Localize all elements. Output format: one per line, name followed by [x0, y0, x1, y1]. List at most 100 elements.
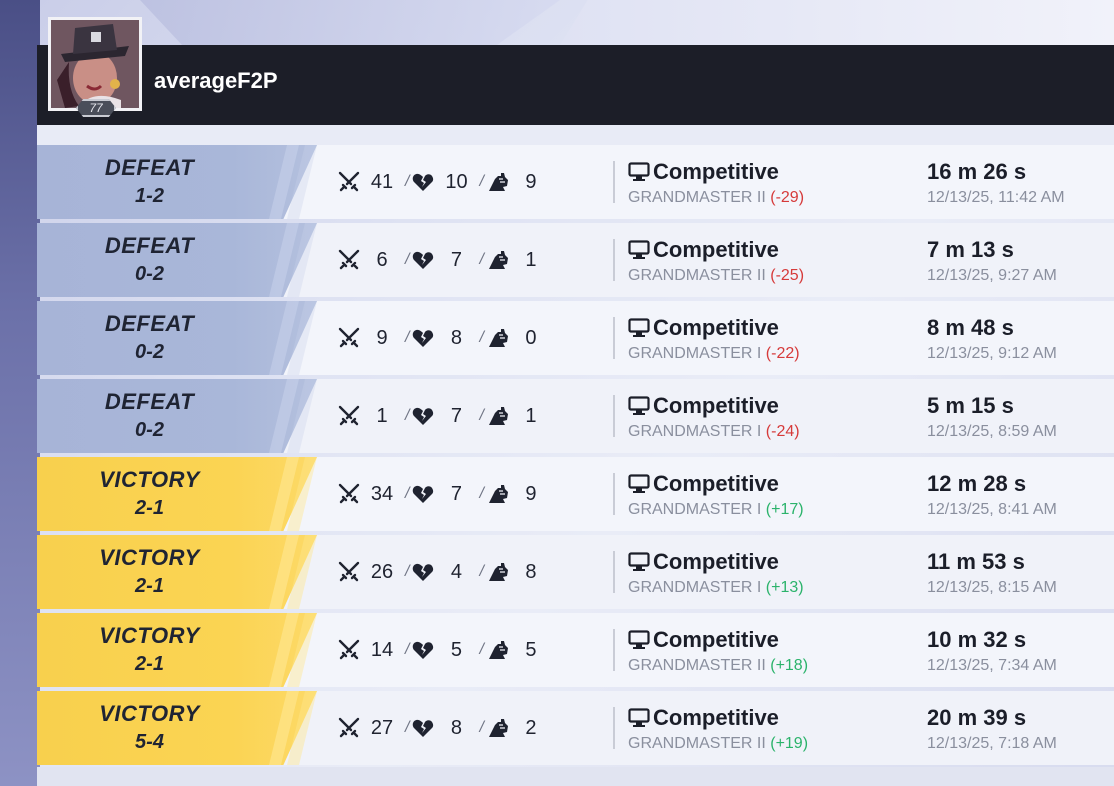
monitor-icon: [628, 396, 650, 415]
game-mode-label: Competitive: [653, 705, 779, 730]
stat-separator: /: [405, 641, 410, 658]
match-score: 0-2: [135, 263, 164, 285]
avatar-portrait-icon: [51, 20, 139, 108]
stat-separator: /: [405, 485, 410, 502]
game-mode: Competitive: [628, 471, 779, 497]
crossed-swords-icon: [338, 483, 360, 504]
game-mode-label: Competitive: [653, 159, 779, 184]
match-score: 5-4: [135, 731, 164, 753]
match-row[interactable]: VICTORY 2-1 14 / 5 / 5 Competitive GRAND…: [37, 613, 1114, 687]
player-avatar[interactable]: [48, 17, 142, 111]
assists-value: 5: [525, 638, 537, 661]
game-mode-label: Competitive: [653, 549, 779, 574]
eliminations-value: 34: [370, 482, 394, 505]
background-decoration: [140, 0, 560, 45]
game-mode-label: Competitive: [653, 627, 779, 652]
assists-value: 1: [525, 404, 537, 427]
list-top-spacer: [37, 125, 1114, 145]
result-banner: DEFEAT 0-2: [37, 379, 317, 453]
crossed-swords-icon: [338, 561, 360, 582]
raised-fist-icon: [488, 563, 508, 581]
stat-separator: /: [405, 251, 410, 268]
monitor-icon: [628, 474, 650, 493]
column-divider: [613, 473, 615, 515]
raised-fist-icon: [488, 719, 508, 737]
match-row[interactable]: VICTORY 2-1 26 / 4 / 8 Competitive GRAND…: [37, 535, 1114, 609]
assists-value: 2: [525, 716, 537, 739]
deaths-value: 5: [450, 638, 463, 661]
game-mode: Competitive: [628, 549, 779, 575]
match-duration: 8 m 48 s: [927, 315, 1014, 340]
match-row[interactable]: DEFEAT 0-2 1 / 7 / 1 Competitive GRANDMA…: [37, 379, 1114, 453]
match-duration: 10 m 32 s: [927, 627, 1027, 652]
kda-stats: 9 / 8 / 0: [337, 325, 552, 351]
deaths-value: 8: [450, 326, 463, 349]
rank-delta: (+13): [765, 579, 804, 596]
broken-heart-icon: [413, 485, 434, 503]
result-banner: VICTORY 5-4: [37, 691, 317, 765]
column-divider: [613, 395, 615, 437]
match-date: 12/13/25, 9:27 AM: [927, 267, 1057, 284]
game-mode-label: Competitive: [653, 315, 779, 340]
stat-separator: /: [405, 173, 410, 190]
rank-info: GRANDMASTER II (+18): [628, 657, 808, 675]
rank-info: GRANDMASTER I (-24): [628, 423, 800, 441]
raised-fist-icon: [488, 251, 508, 269]
game-mode: Competitive: [628, 315, 779, 341]
raised-fist-icon: [488, 485, 508, 503]
column-divider: [613, 551, 615, 593]
match-date: 12/13/25, 7:18 AM: [927, 735, 1057, 752]
column-divider: [613, 629, 615, 671]
deaths-value: 4: [450, 560, 463, 583]
rank-delta: (-29): [770, 189, 805, 206]
crossed-swords-icon: [338, 405, 360, 426]
raised-fist-icon: [488, 641, 508, 659]
kda-stats: 34 / 7 / 9: [337, 481, 552, 507]
match-row[interactable]: VICTORY 5-4 27 / 8 / 2 Competitive GRAND…: [37, 691, 1114, 765]
match-row[interactable]: DEFEAT 0-2 6 / 7 / 1 Competitive GRANDMA…: [37, 223, 1114, 297]
rank-info: GRANDMASTER II (-25): [628, 267, 804, 285]
background-decoration: [560, 0, 1114, 45]
raised-fist-icon: [488, 173, 508, 191]
stat-separator: /: [479, 407, 484, 424]
raised-fist-icon: [488, 407, 508, 425]
match-row[interactable]: DEFEAT 0-2 9 / 8 / 0 Competitive GRANDMA…: [37, 301, 1114, 375]
match-result: DEFEAT: [104, 389, 195, 414]
rank-delta: (+17): [765, 501, 804, 518]
rank-delta: (-24): [765, 423, 800, 440]
match-score: 1-2: [135, 185, 164, 207]
match-row[interactable]: VICTORY 2-1 34 / 7 / 9 Competitive GRAND…: [37, 457, 1114, 531]
game-mode-label: Competitive: [653, 393, 779, 418]
rank-delta: (-25): [770, 267, 805, 284]
eliminations-value: 27: [370, 716, 394, 739]
match-date: 12/13/25, 8:59 AM: [927, 423, 1057, 440]
match-date: 12/13/25, 9:12 AM: [927, 345, 1057, 362]
kda-stats: 27 / 8 / 2: [337, 715, 552, 741]
match-score: 2-1: [135, 653, 164, 675]
rank-info: GRANDMASTER II (-29): [628, 189, 804, 207]
monitor-icon: [628, 240, 650, 259]
rank-delta: (+19): [770, 735, 809, 752]
deaths-value: 10: [445, 170, 468, 193]
monitor-icon: [628, 708, 650, 727]
match-date: 12/13/25, 8:15 AM: [927, 579, 1057, 596]
crossed-swords-icon: [338, 171, 360, 192]
column-divider: [613, 317, 615, 359]
assists-value: 1: [525, 248, 537, 271]
assists-value: 0: [525, 326, 537, 349]
crossed-swords-icon: [338, 717, 360, 738]
stat-separator: /: [405, 719, 410, 736]
match-row[interactable]: DEFEAT 1-2 41 / 10 / 9 Competitive GRAND…: [37, 145, 1114, 219]
stat-separator: /: [405, 329, 410, 346]
eliminations-value: 26: [370, 560, 394, 583]
raised-fist-icon: [488, 329, 508, 347]
monitor-icon: [628, 630, 650, 649]
match-result: VICTORY: [99, 545, 200, 570]
stat-separator: /: [479, 173, 484, 190]
background-panel: [0, 0, 40, 786]
broken-heart-icon: [413, 251, 434, 269]
match-duration: 16 m 26 s: [927, 159, 1027, 184]
match-date: 12/13/25, 7:34 AM: [927, 657, 1057, 674]
match-duration: 11 m 53 s: [927, 549, 1025, 574]
rank-label: GRANDMASTER II: [628, 657, 771, 674]
